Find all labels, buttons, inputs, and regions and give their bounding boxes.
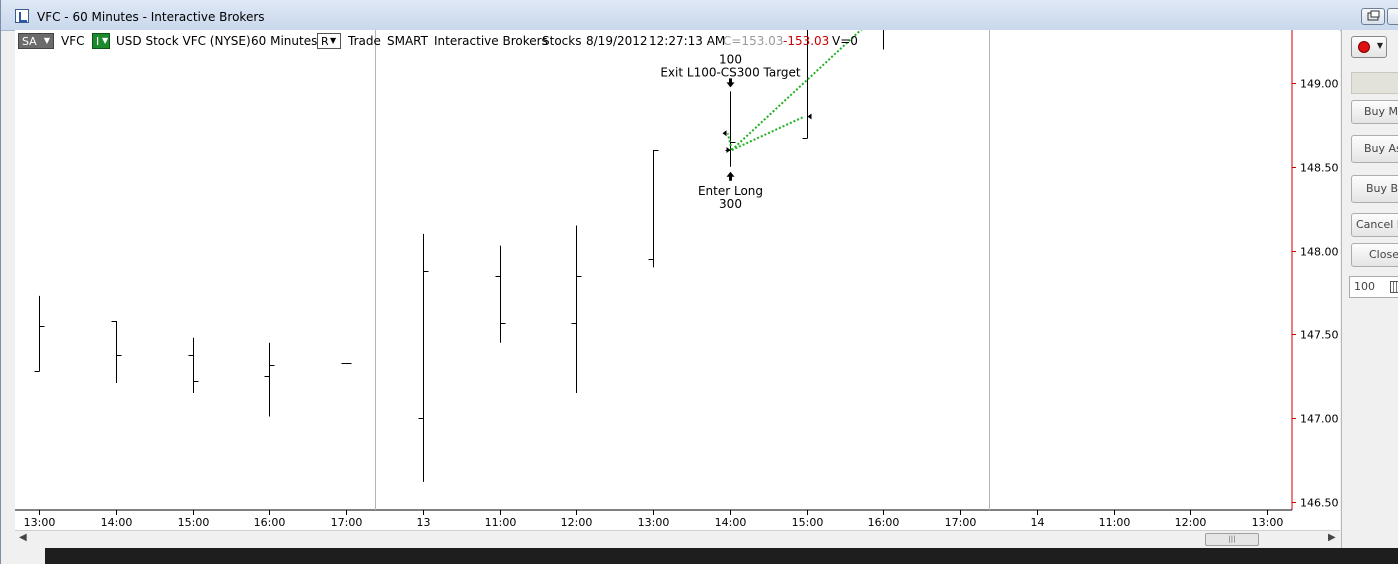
time-tick-label: 15:00 bbox=[178, 516, 210, 529]
app-window: VFC - 60 Minutes - Interactive Brokers 1… bbox=[0, 0, 1398, 564]
quantity-value: 100 bbox=[1354, 280, 1375, 293]
trade-label: Enter Long bbox=[698, 184, 763, 198]
buy-mkt-button[interactable]: Buy Mkt bbox=[1351, 100, 1398, 124]
quantity-input[interactable]: 100 bbox=[1349, 276, 1398, 298]
mode-label: Trade bbox=[348, 34, 381, 48]
window-title: VFC - 60 Minutes - Interactive Brokers bbox=[37, 10, 265, 24]
interval-label: 60 Minutes bbox=[251, 34, 318, 48]
broker-label: Interactive Brokers bbox=[434, 34, 548, 48]
trade-connector-line bbox=[731, 115, 805, 151]
scroll-left-icon[interactable]: ◀ bbox=[19, 532, 27, 543]
change-readout: -153.03 bbox=[783, 34, 830, 48]
panel-status-bar bbox=[1351, 72, 1398, 94]
detach-window-button[interactable] bbox=[1361, 8, 1385, 25]
entry-arrow-icon bbox=[726, 171, 735, 181]
r-dropdown[interactable]: R ▼ bbox=[317, 33, 341, 49]
sa-label: SA bbox=[22, 35, 37, 48]
exit-arrow-icon bbox=[726, 78, 735, 88]
scroll-right-icon[interactable]: ▶ bbox=[1328, 532, 1336, 543]
symbol-label: VFC bbox=[61, 34, 85, 48]
chevron-down-icon: ▼ bbox=[1376, 41, 1383, 50]
time-tick-label: 12:00 bbox=[1175, 516, 1207, 529]
horizontal-scrollbar[interactable]: ◀ ||| ▶ bbox=[15, 530, 1340, 547]
time-label: 12:27:13 AM bbox=[649, 34, 726, 48]
time-tick-label: 13:00 bbox=[24, 516, 56, 529]
price-tick-label: 146.50 bbox=[1300, 497, 1339, 510]
calculator-icon[interactable] bbox=[1390, 281, 1398, 293]
price-tick-label: 149.00 bbox=[1300, 78, 1339, 91]
time-tick-label: 16:00 bbox=[868, 516, 900, 529]
price-tick-label: 147.00 bbox=[1300, 413, 1339, 426]
price-tick-label: 147.50 bbox=[1300, 329, 1339, 342]
price-tick-label: 148.00 bbox=[1300, 246, 1339, 259]
time-tick-label: 12:00 bbox=[561, 516, 593, 529]
close-readout: C=153.03 bbox=[723, 34, 784, 48]
time-tick-label: 13:00 bbox=[638, 516, 670, 529]
buy-ask-button[interactable]: Buy Ask bbox=[1351, 135, 1398, 163]
scroll-thumb[interactable]: ||| bbox=[1205, 533, 1259, 546]
time-tick-label: 13 bbox=[417, 516, 431, 529]
order-side-panel: ▼ Buy Mkt Buy Ask Buy Bid Cancel Bid Clo… bbox=[1341, 30, 1398, 548]
close-position-button[interactable]: Close bbox=[1351, 243, 1398, 267]
status-strip bbox=[1, 548, 1398, 564]
route-label: SMART bbox=[387, 34, 428, 48]
price-tick-label: 148.50 bbox=[1300, 162, 1339, 175]
asset-class-label: Stocks bbox=[542, 34, 582, 48]
exit-marker-icon bbox=[722, 130, 727, 137]
trade-connector-line bbox=[726, 133, 733, 151]
time-tick-label: 16:00 bbox=[254, 516, 286, 529]
record-icon bbox=[1358, 41, 1370, 53]
time-tick-label: 11:00 bbox=[485, 516, 517, 529]
record-dropdown[interactable]: ▼ bbox=[1351, 36, 1387, 58]
time-tick-label: 13:00 bbox=[1252, 516, 1284, 529]
window-tile-icon bbox=[1367, 10, 1380, 21]
indicator-label: I bbox=[96, 35, 100, 48]
title-bar[interactable]: VFC - 60 Minutes - Interactive Brokers bbox=[1, 0, 1398, 31]
exit-marker-icon bbox=[807, 113, 812, 120]
trade-label: Exit L100-CS300 Target bbox=[660, 65, 801, 79]
time-tick-label: 17:00 bbox=[331, 516, 363, 529]
buy-bid-button[interactable]: Buy Bid bbox=[1351, 175, 1398, 203]
trade-quantity: 100 bbox=[719, 52, 742, 66]
chevron-down-icon: ▼ bbox=[102, 36, 109, 45]
chart-area[interactable]: 151.50151.00150.50150.00149.50149.00148.… bbox=[15, 0, 1340, 530]
trade-quantity: 300 bbox=[719, 197, 742, 211]
time-tick-label: 15:00 bbox=[792, 516, 824, 529]
instrument-description: USD Stock VFC (NYSE) bbox=[116, 34, 251, 48]
price-chart[interactable]: 151.50151.00150.50150.00149.50149.00148.… bbox=[15, 0, 1340, 530]
window-menu-button[interactable] bbox=[1387, 8, 1398, 25]
volume-readout: V=0 bbox=[832, 34, 858, 48]
time-tick-label: 14:00 bbox=[715, 516, 747, 529]
app-icon bbox=[15, 9, 29, 23]
entry-marker-icon bbox=[726, 147, 731, 154]
indicator-dropdown[interactable]: I ▼ bbox=[92, 33, 110, 49]
chevron-down-icon: ▼ bbox=[330, 36, 337, 45]
time-tick-label: 11:00 bbox=[1099, 516, 1131, 529]
time-tick-label: 17:00 bbox=[945, 516, 977, 529]
cancel-bid-button[interactable]: Cancel Bid bbox=[1351, 213, 1398, 237]
strategy-analysis-dropdown[interactable]: SA ▼ bbox=[18, 33, 54, 49]
time-tick-label: 14 bbox=[1031, 516, 1045, 529]
date-label: 8/19/2012 bbox=[586, 34, 648, 48]
chevron-down-icon: ▼ bbox=[43, 36, 50, 45]
r-label: R bbox=[321, 35, 329, 48]
time-tick-label: 14:00 bbox=[101, 516, 133, 529]
trade-connector-line bbox=[731, 10, 882, 151]
